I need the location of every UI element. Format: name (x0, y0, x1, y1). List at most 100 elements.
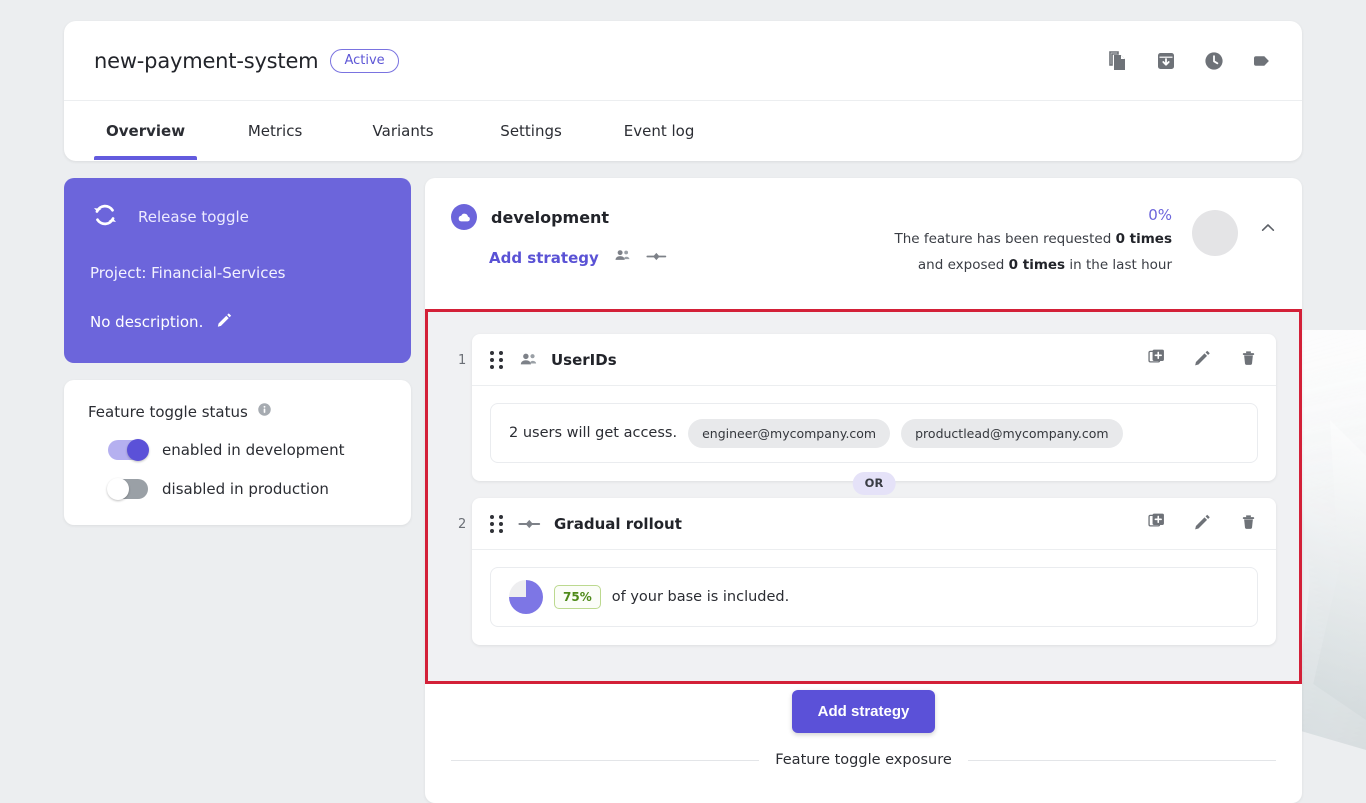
duplicate-strategy-icon[interactable] (1146, 511, 1167, 536)
feature-header-card: new-payment-system Active Overview Metri… (64, 21, 1302, 161)
strategy-list-highlighted: 1 UserIDs 2 users will get access. engin… (425, 309, 1302, 684)
toggle-switch-production[interactable] (107, 478, 148, 500)
release-toggle-card: Release toggle Project: Financial-Servic… (64, 178, 411, 363)
strategy-index: 1 (458, 353, 467, 368)
tab-settings[interactable]: Settings (481, 101, 581, 160)
users-strategy-shortcut-icon[interactable] (613, 246, 632, 269)
strategy-detail-box: 2 users will get access. engineer@mycomp… (490, 403, 1258, 463)
feature-toggle-status-header: Feature toggle status (88, 402, 387, 421)
stats-exposed-suffix: in the last hour (1065, 256, 1172, 273)
toggle-label-development: enabled in development (162, 441, 345, 459)
duplicate-strategy-icon[interactable] (1146, 347, 1167, 372)
tab-spacer (197, 101, 225, 160)
divider-left (451, 759, 760, 761)
rollout-icon (518, 517, 542, 531)
rollout-pie-chart (509, 580, 543, 614)
divider-right (967, 759, 1276, 761)
history-icon[interactable] (1202, 49, 1226, 73)
stats-exposed-count: 0 times (1008, 256, 1066, 273)
copy-icon[interactable] (1106, 49, 1130, 73)
release-description-row: No description. (90, 310, 385, 333)
strategy-detail-box: 75% of your base is included. (490, 567, 1258, 627)
strategy-row-actions (1146, 511, 1259, 536)
cloud-icon (451, 204, 477, 230)
add-strategy-button[interactable]: Add strategy (791, 690, 936, 733)
or-badge-label: OR (852, 472, 896, 495)
tab-spacer (453, 101, 481, 160)
environment-actions: Add strategy (489, 246, 668, 269)
add-strategy-button-wrap: Add strategy (425, 690, 1302, 733)
user-chip: productlead@mycompany.com (901, 418, 1123, 448)
release-toggle-type-row: Release toggle (90, 200, 385, 234)
stats-requested-count: 0 times (1115, 231, 1172, 247)
archive-icon[interactable] (1154, 49, 1178, 73)
tab-overview-label: Overview (106, 121, 186, 140)
environment-name: development (491, 207, 610, 227)
stats-line-requested: The feature has been requested 0 times (894, 230, 1172, 250)
stats-requested-prefix: The feature has been requested (894, 231, 1116, 247)
strategy-title: UserIDs (551, 350, 617, 369)
strategy-title: Gradual rollout (554, 514, 682, 533)
page-title: new-payment-system (94, 48, 319, 73)
tag-icon[interactable] (1250, 49, 1274, 73)
tab-metrics-label: Metrics (247, 121, 303, 140)
chevron-up-icon[interactable] (1258, 218, 1278, 242)
header-action-bar (1106, 49, 1274, 73)
toggle-knob (107, 478, 129, 500)
stats-line-exposed: and exposed 0 times in the last hour (894, 256, 1172, 276)
delete-strategy-icon[interactable] (1238, 511, 1259, 536)
strategy-detail-text: 2 users will get access. (509, 425, 678, 441)
feature-tabs: Overview Metrics Variants Settings Event… (64, 101, 1302, 160)
user-chip: engineer@mycompany.com (688, 418, 891, 448)
strategy-card-body: 2 users will get access. engineer@mycomp… (472, 386, 1276, 481)
edit-strategy-icon[interactable] (1192, 511, 1213, 536)
release-toggle-type-label: Release toggle (138, 208, 249, 226)
toggle-row-development: enabled in development (88, 439, 387, 461)
drag-handle-icon[interactable] (490, 514, 503, 533)
decorative-background-art (1294, 330, 1366, 750)
exposure-label: Feature toggle exposure (775, 752, 952, 768)
environment-card-development: development Add strategy 0% The feature … (425, 178, 1302, 803)
status-badge: Active (330, 48, 399, 73)
strategy-row-actions (1146, 347, 1259, 372)
edit-strategy-icon[interactable] (1192, 347, 1213, 372)
strategy-index: 2 (458, 517, 467, 532)
drag-handle-icon[interactable] (490, 350, 503, 369)
tab-event-log[interactable]: Event log (609, 101, 709, 160)
strategy-card: UserIDs 2 users will get access. enginee… (472, 334, 1276, 481)
strategy-card-header: UserIDs (472, 334, 1276, 386)
toggle-label-production: disabled in production (162, 480, 329, 498)
add-strategy-link[interactable]: Add strategy (489, 249, 599, 267)
tab-variants-label: Variants (372, 121, 434, 140)
environment-stats: 0% The feature has been requested 0 time… (894, 204, 1172, 275)
toggle-switch-development[interactable] (108, 439, 149, 461)
tab-spacer (581, 101, 609, 160)
strategy-item-userids: 1 UserIDs 2 users will get access. engin… (451, 334, 1276, 481)
or-separator: OR (472, 472, 1276, 498)
environment-header-left: development Add strategy (451, 204, 668, 275)
delete-strategy-icon[interactable] (1238, 347, 1259, 372)
feature-header-top: new-payment-system Active (64, 21, 1302, 101)
environment-name-row: development (451, 204, 668, 230)
release-loop-icon (90, 200, 120, 234)
tab-variants[interactable]: Variants (353, 101, 453, 160)
strategy-detail-text: of your base is included. (611, 589, 790, 605)
users-icon (518, 349, 539, 370)
exposure-donut-chart (1192, 210, 1238, 256)
decorative-background-art-secondary (1313, 420, 1366, 720)
info-icon[interactable] (257, 402, 272, 421)
tab-metrics[interactable]: Metrics (225, 101, 325, 160)
tab-overview[interactable]: Overview (94, 101, 198, 160)
rollout-strategy-shortcut-icon[interactable] (646, 248, 668, 267)
environment-metrics: 0% The feature has been requested 0 time… (894, 204, 1278, 275)
stats-exposed-prefix: and exposed (917, 256, 1009, 273)
rollout-percentage-badge: 75% (554, 585, 601, 609)
feature-toggle-status-title: Feature toggle status (88, 402, 248, 421)
feature-toggle-exposure-divider: Feature toggle exposure (425, 752, 1302, 768)
edit-description-icon[interactable] (215, 310, 234, 333)
exposure-percentage: 0% (1148, 206, 1172, 224)
strategy-item-gradual-rollout: 2 Gradual rollout 75% of your base is in… (451, 498, 1276, 645)
feature-toggle-status-card: Feature toggle status enabled in develop… (64, 380, 411, 525)
strategy-card-header: Gradual rollout (472, 498, 1276, 550)
strategy-card: Gradual rollout 75% of your base is incl… (472, 498, 1276, 645)
